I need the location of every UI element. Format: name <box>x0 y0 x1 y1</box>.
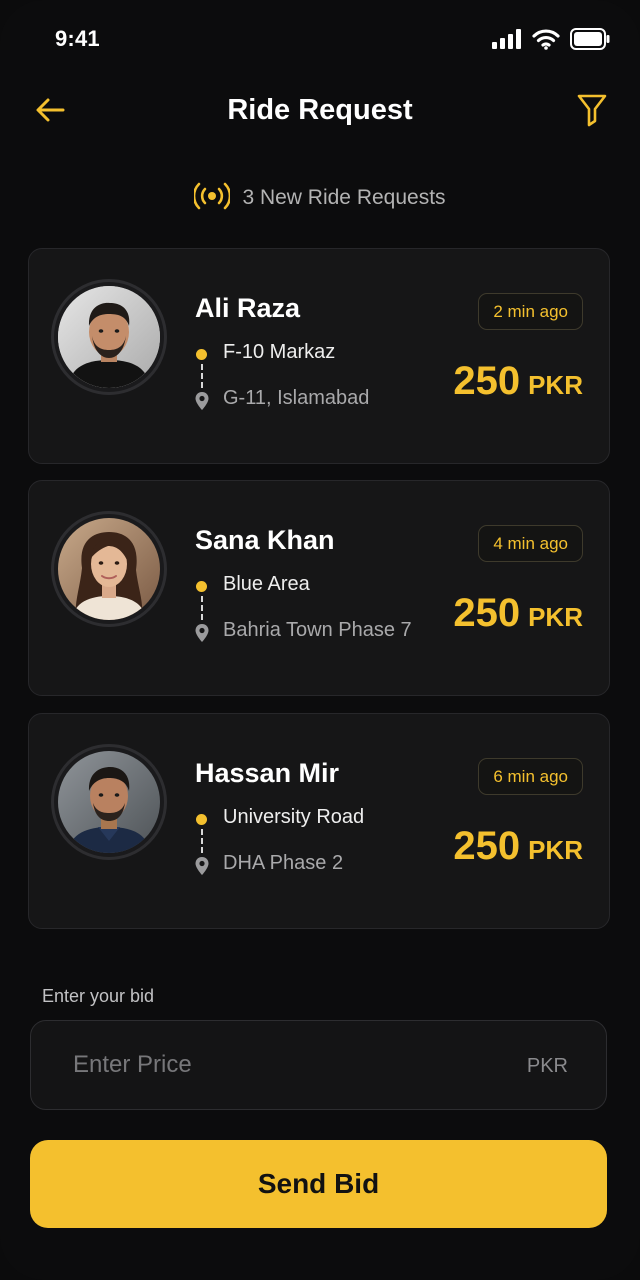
bid-label: Enter your bid <box>42 986 155 1006</box>
header: Ride Request <box>0 88 640 136</box>
fare-currency: PKR <box>528 602 583 632</box>
new-requests-banner: 3 New Ride Requests <box>0 178 640 218</box>
filter-button[interactable] <box>574 92 610 132</box>
pickup-dot-icon <box>196 581 207 592</box>
page-title: Ride Request <box>227 94 413 126</box>
avatar <box>51 279 167 395</box>
status-bar: 9:41 <box>0 24 640 58</box>
dropoff-location: G-11, Islamabad <box>223 387 370 409</box>
dropoff-location: DHA Phase 2 <box>223 852 344 874</box>
pickup-dot-icon <box>196 814 207 825</box>
route-line <box>201 364 203 388</box>
time-ago-badge: 2 min ago <box>478 293 583 330</box>
status-icons <box>492 28 610 55</box>
pickup-location: Blue Area <box>223 573 310 595</box>
new-requests-text: 3 New Ride Requests <box>242 186 446 209</box>
pickup-dot-icon <box>196 349 207 360</box>
fare-currency: PKR <box>528 835 583 865</box>
route-line <box>201 596 203 620</box>
signal-icon <box>492 29 522 54</box>
bid-field: PKR <box>30 1020 607 1110</box>
pickup-location: University Road <box>223 806 365 828</box>
bid-price-input[interactable] <box>73 1021 493 1109</box>
time-ago-badge: 4 min ago <box>478 525 583 562</box>
location-pin-icon <box>194 391 210 416</box>
fare: 250 PKR <box>453 591 583 636</box>
broadcast-icon <box>193 181 232 216</box>
fare-amount: 250 <box>453 591 521 635</box>
send-bid-button[interactable]: Send Bid <box>30 1140 607 1228</box>
avatar <box>51 744 167 860</box>
wifi-icon <box>532 28 560 55</box>
location-pin-icon <box>194 856 210 881</box>
route-line <box>201 829 203 853</box>
ride-request-card[interactable]: Sana Khan Blue Area Bahria Town Phase 7 … <box>28 480 610 696</box>
pickup-location: F-10 Markaz <box>223 341 336 363</box>
battery-icon <box>570 28 610 55</box>
filter-icon <box>577 93 607 132</box>
fare-amount: 250 <box>453 824 521 868</box>
ride-request-card[interactable]: Hassan Mir University Road DHA Phase 2 6… <box>28 713 610 929</box>
dropoff-location: Bahria Town Phase 7 <box>223 619 412 641</box>
location-pin-icon <box>194 623 210 648</box>
fare: 250 PKR <box>453 824 583 869</box>
fare: 250 PKR <box>453 359 583 404</box>
ride-request-card[interactable]: Ali Raza F-10 Markaz G-11, Islamabad 2 m… <box>28 248 610 464</box>
rider-name: Ali Raza <box>195 293 301 323</box>
avatar <box>51 511 167 627</box>
rider-name: Hassan Mir <box>195 758 340 788</box>
status-time: 9:41 <box>55 26 100 51</box>
bid-currency-unit: PKR <box>526 1055 568 1077</box>
rider-name: Sana Khan <box>195 525 335 555</box>
app-screen: 9:41 Ride Request 3 New Ride Requests Al… <box>0 0 640 1280</box>
fare-currency: PKR <box>528 370 583 400</box>
fare-amount: 250 <box>453 359 521 403</box>
time-ago-badge: 6 min ago <box>478 758 583 795</box>
